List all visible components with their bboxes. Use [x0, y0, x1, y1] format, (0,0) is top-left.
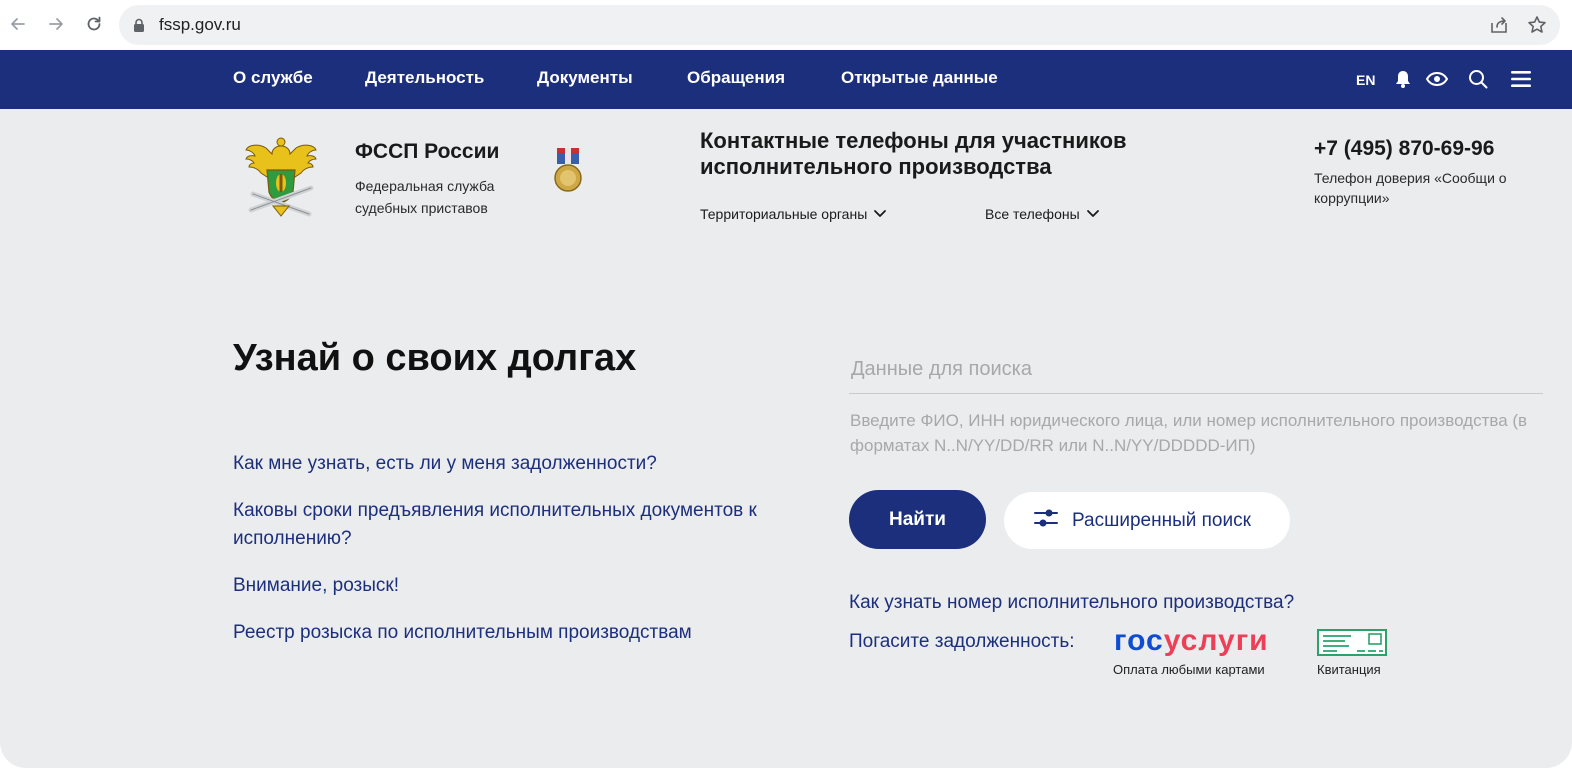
- hotline-caption: Телефон доверия «Сообщи о коррупции»: [1314, 170, 1507, 206]
- nav-item-appeals[interactable]: Обращения: [687, 68, 785, 88]
- search-hint: Введите ФИО, ИНН юридического лица, или …: [850, 411, 1528, 455]
- gosuslugi-logo-part1: гос: [1114, 624, 1164, 657]
- gosuslugi-caption: Оплата любыми картами: [1113, 662, 1265, 677]
- chevron-down-icon: [1086, 206, 1100, 222]
- all-phones-dropdown-label: Все телефоны: [985, 206, 1080, 222]
- url-text[interactable]: fssp.gov.ru: [159, 15, 241, 35]
- forward-icon[interactable]: [44, 12, 68, 36]
- menu-icon[interactable]: [1509, 68, 1533, 90]
- bell-icon[interactable]: [1393, 69, 1413, 89]
- bookmark-star-icon[interactable]: [1527, 15, 1547, 40]
- reload-icon[interactable]: [82, 12, 106, 36]
- pay-debt-label: Погасите задолженность:: [849, 631, 1075, 652]
- org-title[interactable]: ФССП России: [355, 140, 499, 164]
- lock-icon: [133, 18, 145, 37]
- org-subtitle: Федеральная служба судебных приставов: [355, 178, 495, 216]
- page-title: Узнай о своих долгах: [233, 337, 637, 379]
- advanced-search-button[interactable]: Расширенный поиск: [1004, 492, 1290, 549]
- faq-link-debts[interactable]: Как мне узнать, есть ли у меня задолженн…: [233, 450, 763, 478]
- faq-link-wanted-registry[interactable]: Реестр розыска по исполнительным произво…: [233, 619, 763, 647]
- nav-item-documents[interactable]: Документы: [537, 68, 633, 88]
- search-icon[interactable]: [1467, 68, 1489, 90]
- search-input[interactable]: [849, 345, 1543, 394]
- back-icon[interactable]: [6, 12, 30, 36]
- gosuslugi-logo[interactable]: госуслуги: [1114, 624, 1269, 658]
- hotline-phone[interactable]: +7 (495) 870-69-96: [1314, 137, 1494, 161]
- fssp-emblem-logo[interactable]: [243, 136, 319, 225]
- language-switch[interactable]: EN: [1356, 72, 1375, 88]
- address-bar[interactable]: fssp.gov.ru: [119, 5, 1560, 45]
- territorial-dropdown[interactable]: Территориальные органы: [700, 206, 887, 222]
- chevron-down-icon: [873, 206, 887, 222]
- eye-icon[interactable]: [1425, 69, 1449, 89]
- nav-item-activity[interactable]: Деятельность: [365, 68, 484, 88]
- find-button[interactable]: Найти: [849, 490, 986, 549]
- browser-toolbar: fssp.gov.ru: [0, 0, 1572, 50]
- nav-item-about[interactable]: О службе: [233, 68, 313, 88]
- gosuslugi-logo-part2: услуги: [1163, 624, 1269, 657]
- advanced-search-label: Расширенный поиск: [1072, 509, 1251, 531]
- nav-item-open-data[interactable]: Открытые данные: [841, 68, 998, 88]
- receipt-icon[interactable]: [1317, 629, 1387, 662]
- contacts-title: Контактные телефоны для участников испол…: [700, 128, 1127, 179]
- territorial-dropdown-label: Территориальные органы: [700, 206, 868, 222]
- howto-find-case-number-link[interactable]: Как узнать номер исполнительного произво…: [849, 592, 1294, 614]
- faq-link-deadlines[interactable]: Каковы сроки предъявления исполнительных…: [233, 497, 763, 553]
- filter-sliders-icon: [1034, 508, 1058, 533]
- faq-link-wanted[interactable]: Внимание, розыск!: [233, 572, 763, 600]
- receipt-caption: Квитанция: [1317, 662, 1381, 677]
- share-icon[interactable]: [1489, 16, 1509, 39]
- site-top-nav: О службе Деятельность Документы Обращени…: [0, 50, 1572, 109]
- all-phones-dropdown[interactable]: Все телефоны: [985, 206, 1100, 222]
- medal-icon: [553, 148, 583, 199]
